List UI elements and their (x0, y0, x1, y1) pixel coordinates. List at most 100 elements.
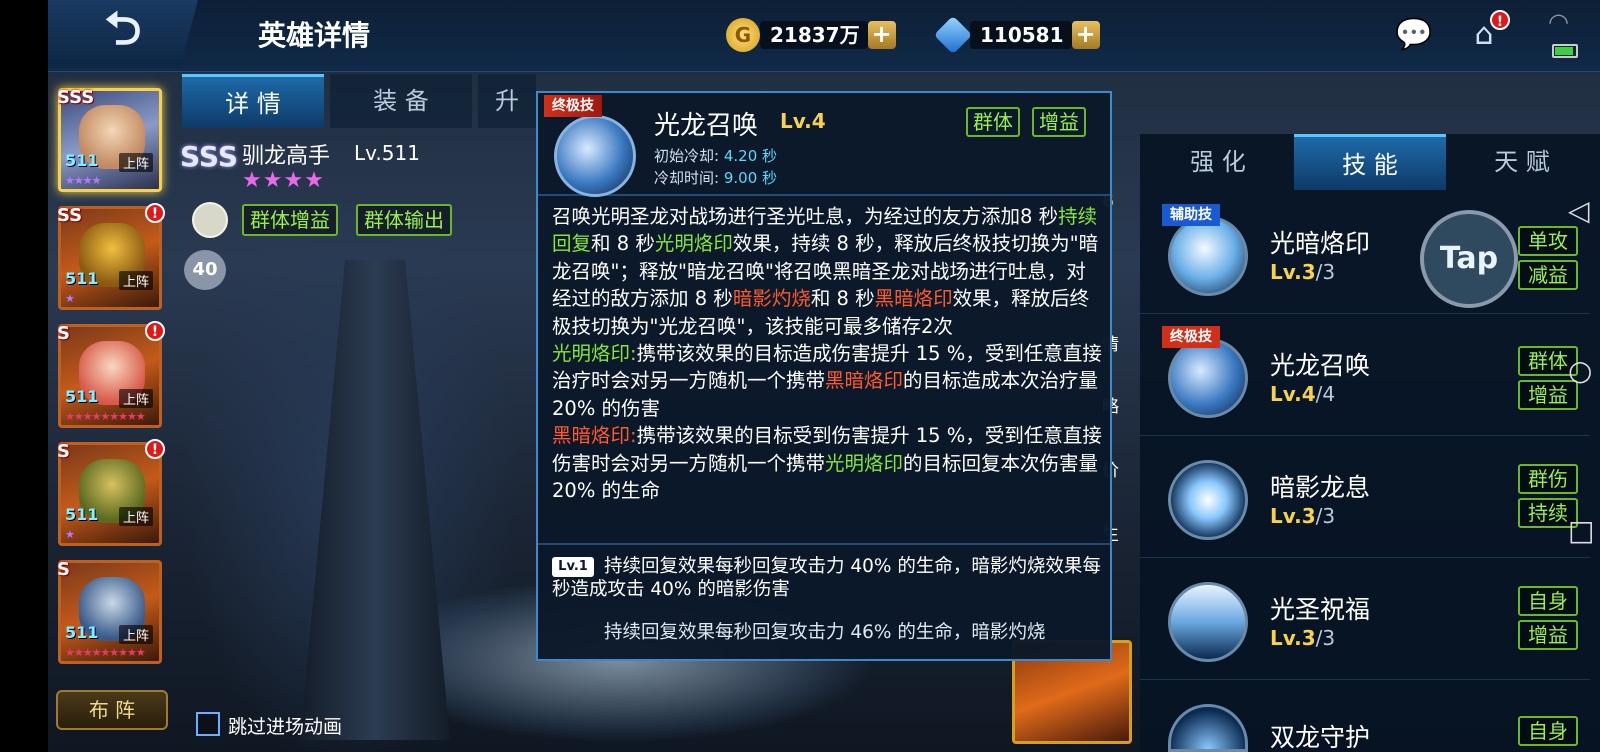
skill-tag: 群体 (966, 107, 1020, 137)
tab-details[interactable]: 详 情 (182, 74, 324, 128)
hero-stars: ★★★★ (65, 174, 101, 187)
hero-stars: ★ (65, 292, 75, 305)
level-2-effect: 持续回复效果每秒回复攻击力 46% 的生命，暗影灼烧 (552, 621, 1102, 644)
skill-name: 光圣祝福 (1270, 595, 1371, 624)
diamond-value: 110581 (970, 21, 1072, 49)
back-button[interactable]: ⮌ (48, 0, 198, 68)
skill-icon (1168, 216, 1248, 296)
hero-rank: S (57, 441, 70, 462)
hero-level: Lv.511 (354, 141, 420, 165)
skill-row[interactable]: 暗影龙息 Lv.3/3 群伤 持续 (1140, 438, 1590, 558)
diamond-currency: 110581 + (933, 15, 1100, 55)
initial-cooldown: 初始冷却: 4.20 秒 (654, 145, 777, 166)
skill-description: 召唤光明圣龙对战场进行圣光吐息，为经过的友方添加8 秒持续回复和 8 秒光明烙印… (552, 203, 1102, 504)
nav-back-icon[interactable]: ◁ (1568, 194, 1590, 227)
skill-row[interactable]: 辅助技 光暗烙印 Lv.3/3 单攻 减益 (1140, 194, 1590, 314)
skill-name: 光龙召唤 (1270, 351, 1371, 380)
skill-row[interactable]: 双龙守护 自身 (1140, 682, 1590, 752)
nav-recents-icon[interactable]: □ (1568, 514, 1594, 547)
tap-button[interactable]: Tap (1420, 210, 1518, 308)
gold-coin-icon: G (726, 18, 760, 52)
diamond-icon (933, 15, 973, 55)
skill-row[interactable]: 终极技 光龙召唤 Lv.4/4 群体 增益 (1140, 316, 1590, 436)
page-title: 英雄详情 (258, 19, 371, 52)
formation-button[interactable]: 布 阵 (56, 690, 168, 730)
hero-stars: ★★★★★★★★★ (65, 646, 146, 659)
hero-name: 驯龙高手 (242, 144, 331, 169)
hero-class-icon (192, 202, 228, 238)
hero-card[interactable]: S 511 上阵 ★★★★★★★★★ ! (57, 321, 165, 428)
hero-card[interactable]: S 511 上阵 ★★★★★★★★★ (57, 559, 162, 664)
skill-current-level: Lv.3 (1270, 260, 1316, 284)
alert-icon: ! (145, 321, 165, 341)
hero-card[interactable]: SS 511 上阵 ★ ! (57, 203, 165, 310)
skill-tag: 自身 (1518, 716, 1578, 746)
skill-name: 双龙守护 (1270, 723, 1371, 752)
role-tag: 群体增益 (242, 204, 338, 236)
skill-max-level: /3 (1315, 626, 1336, 650)
chat-bubble-icon: 💬 (1395, 16, 1433, 52)
system-nav-bar: ◁ ○ □ (1568, 180, 1600, 560)
popup-header: 终极技 光龙召唤 Lv.4 初始冷却: 4.20 秒 冷却时间: 9.00 秒 … (538, 93, 1110, 197)
skill-type-badge: 辅助技 (1162, 204, 1220, 226)
desc-keyword: 光明烙印 (825, 451, 904, 475)
light-dragon-skill-icon (554, 115, 636, 197)
desc-paragraph-light-mark: 光明烙印:携带该效果的目标造成伤害提升 15 %，受到任意直接治疗时会对另一方随… (552, 340, 1102, 422)
skill-row[interactable]: 光圣祝福 Lv.3/3 自身 增益 (1140, 560, 1590, 680)
desc-keyword: 黑暗烙印: (552, 424, 637, 448)
desc-keyword: 黑暗烙印 (825, 369, 904, 393)
desc-paragraph-main: 召唤光明圣龙对战场进行圣光吐息，为经过的友方添加8 秒持续回复和 8 秒光明烙印… (552, 203, 1102, 340)
skip-animation-label: 跳过进场动画 (228, 716, 343, 738)
add-diamond-button[interactable]: + (1071, 21, 1100, 49)
hero-star-rating: ★★★★ (242, 168, 325, 193)
skill-max-level: /3 (1315, 260, 1336, 284)
tab-equipment[interactable]: 装 备 (330, 74, 472, 128)
back-arrow-icon: ⮌ (104, 1, 142, 55)
skill-detail-popup: 终极技 光龙召唤 Lv.4 初始冷却: 4.20 秒 冷却时间: 9.00 秒 … (536, 91, 1112, 661)
ultimate-badge: 终极技 (544, 95, 602, 117)
skill-level: Lv.3/3 (1270, 504, 1335, 528)
desc-paragraph-dark-mark: 黑暗烙印:携带该效果的目标受到伤害提升 15 %，受到任意直接伤害时会对另一方随… (552, 422, 1102, 504)
gold-currency: G 21837万 + (726, 18, 896, 52)
skill-icon (1168, 704, 1248, 752)
hero-rank-badge: SSS (180, 140, 238, 173)
skill-tag: 自身 (1518, 586, 1578, 616)
skip-animation-checkbox[interactable] (196, 712, 220, 736)
hero-deployed-tag: 上阵 (119, 625, 154, 644)
skill-name: 光龙召唤 (654, 111, 759, 141)
skill-level: Lv.4/4 (1270, 382, 1335, 406)
hero-stars: ★★★★★★★★★ (65, 410, 146, 423)
screen-edge (0, 0, 48, 752)
hero-rank: SS (57, 205, 83, 226)
skill-name: 光暗烙印 (1270, 229, 1371, 258)
add-gold-button[interactable]: + (867, 21, 896, 49)
skill-level: Lv.3/3 (1270, 260, 1335, 284)
hero-level: 511 (65, 269, 99, 288)
skill-current-level: Lv.3 (1270, 626, 1316, 650)
battery-icon (1552, 44, 1578, 58)
initial-cooldown-label: 初始冷却: (654, 147, 720, 165)
tab-skills[interactable]: 技 能 (1294, 134, 1446, 190)
skill-current-level: Lv.4 (1270, 382, 1316, 406)
home-button[interactable]: ⌂ ! (1462, 10, 1510, 54)
desc-keyword: 暗影灼烧 (732, 287, 811, 311)
skill-max-level: /3 (1315, 504, 1336, 528)
skill-level: Lv.4 (780, 109, 826, 133)
initial-cooldown-value: 4.20 秒 (723, 147, 778, 165)
hero-level: 511 (65, 151, 99, 170)
desc-keyword: 光明烙印: (552, 342, 637, 366)
alert-icon: ! (145, 203, 165, 223)
hero-stars: ★ (65, 528, 75, 541)
hero-card[interactable]: S 511 上阵 ★ ! (57, 439, 165, 546)
hero-card[interactable]: SSS 511 上阵 ★★★★ (57, 87, 162, 192)
skill-icon (1168, 460, 1248, 540)
cooldown-value: 9.00 秒 (723, 169, 778, 187)
desc-text: 和 8 秒 (591, 232, 655, 256)
hero-deployed-tag: 上阵 (119, 153, 154, 172)
tab-enhance[interactable]: 强 化 (1142, 134, 1294, 190)
chat-button[interactable]: 💬 (1392, 14, 1436, 54)
hero-level: 511 (65, 505, 99, 524)
tab-upgrade[interactable]: 升 (478, 74, 536, 128)
nav-home-icon[interactable]: ○ (1568, 354, 1592, 387)
skill-icon (1168, 338, 1248, 418)
